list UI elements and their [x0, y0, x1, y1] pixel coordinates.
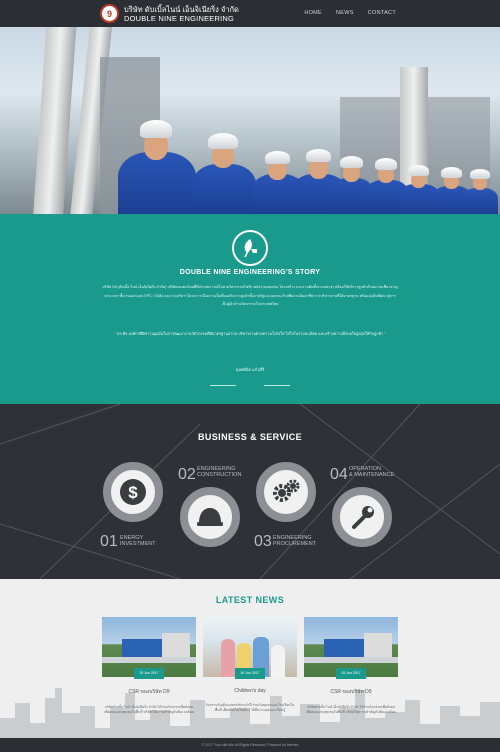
nav-news-link[interactable]: NEWS — [336, 10, 354, 16]
news-card[interactable]: 15 Jun 2017 Children's day กิจกรรมวันเด็… — [203, 617, 297, 713]
news-date-badge: 15 Jun 2017 — [134, 668, 164, 679]
service-label-energy: ENERGY INVESTMENT — [120, 535, 155, 547]
wrench-icon — [352, 506, 374, 529]
service-label-construction: ENGINEERING CONSTRUCTION — [197, 466, 241, 478]
service-energy-circle[interactable]: $ — [103, 462, 163, 522]
news-title: LATEST NEWS — [215, 595, 285, 605]
leaf-plug-icon — [232, 230, 268, 266]
business-title: BUSINESS & SERVICE — [197, 432, 303, 442]
background-pattern — [0, 404, 500, 579]
worker-figure — [192, 128, 256, 214]
smokestack-shape — [33, 27, 77, 214]
service-number: 04 — [330, 466, 348, 483]
news-card-title[interactable]: CSR ของบริษัท D9 — [102, 688, 196, 696]
nav-home-link[interactable]: HOME — [304, 10, 322, 16]
service-number: 01 — [100, 533, 118, 550]
news-date-badge: 15 Jun 2017 — [336, 668, 366, 679]
divider-line — [264, 385, 290, 386]
service-label-line: & MAINTENANCE — [349, 472, 395, 478]
service-procurement-circle[interactable] — [256, 462, 316, 522]
footer: © 2017 Your site title All Rights Reserv… — [0, 738, 500, 752]
service-label-line: CONSTRUCTION — [197, 472, 242, 478]
service-label-procurement: ENGINEERING PROCUREMENT — [273, 535, 316, 547]
service-label-maintenance: OPERATION & MAINTENANCE — [349, 466, 394, 478]
news-card-desc: บริษัทดับเบิ้ล ไนน์ เอ็นจิเนียริ่ง จำกัด… — [104, 705, 194, 714]
story-signature: ดุลยพินิจ แก้วดีรี — [235, 367, 265, 372]
service-number: 03 — [254, 533, 272, 550]
news-card[interactable]: 15 Jun 2017 CSR ของบริษัท D9 บริษัทดับเบ… — [304, 617, 398, 715]
dollar-icon: $ — [120, 479, 146, 505]
worker-figure — [462, 166, 498, 214]
worker-figure — [118, 114, 196, 214]
company-logo[interactable]: 9 — [100, 4, 119, 23]
story-quote: " D9 คือ องค์กรที่มีความมุ่งมั่นในการพัฒ… — [114, 332, 386, 336]
svg-text:$: $ — [128, 483, 138, 502]
story-title: DOUBLE NINE ENGINEERING'S STORY — [179, 269, 321, 276]
service-maintenance-circle[interactable] — [332, 487, 392, 547]
service-label-line: INVESTMENT — [120, 541, 156, 547]
hero-banner-image — [0, 27, 500, 214]
top-navigation-bar: 9 บริษัท ดับเบิ้ลไนน์ เอ็นจิเนียริ่ง จำก… — [0, 0, 500, 27]
service-number: 02 — [178, 466, 196, 483]
gears-icon — [273, 479, 300, 502]
helmet-icon — [197, 508, 223, 526]
logo-mark: 9 — [106, 8, 112, 19]
news-card-desc: กิจกรรมวันเด็กแห่งชาติประจำปี ร่วมกับชุม… — [205, 703, 295, 712]
news-date-badge: 15 Jun 2017 — [235, 668, 265, 679]
nav-contact-link[interactable]: CONTACT — [368, 10, 396, 16]
divider-line — [210, 385, 236, 386]
news-card-desc: บริษัทดับเบิ้ล ไนน์ เอ็นจิเนียริ่ง จำกัด… — [306, 705, 396, 714]
main-nav: HOME NEWS CONTACT — [304, 10, 396, 16]
business-service-section — [0, 404, 500, 579]
news-card[interactable]: 15 Jun 2017 CSR ของบริษัท D9 บริษัทดับเบ… — [102, 617, 196, 715]
news-card-title[interactable]: Children's day — [203, 688, 297, 694]
story-paragraph: บริษัท D9 (ดับเบิ้ล ไนน์ เอ็นจิเนียริ่ง … — [102, 285, 398, 306]
brand-name-english: DOUBLE NINE ENGINEERING — [124, 14, 235, 23]
service-construction-circle[interactable] — [180, 487, 240, 547]
news-card-title[interactable]: CSR ของบริษัท D9 — [304, 688, 398, 696]
service-label-line: PROCUREMENT — [273, 541, 317, 547]
